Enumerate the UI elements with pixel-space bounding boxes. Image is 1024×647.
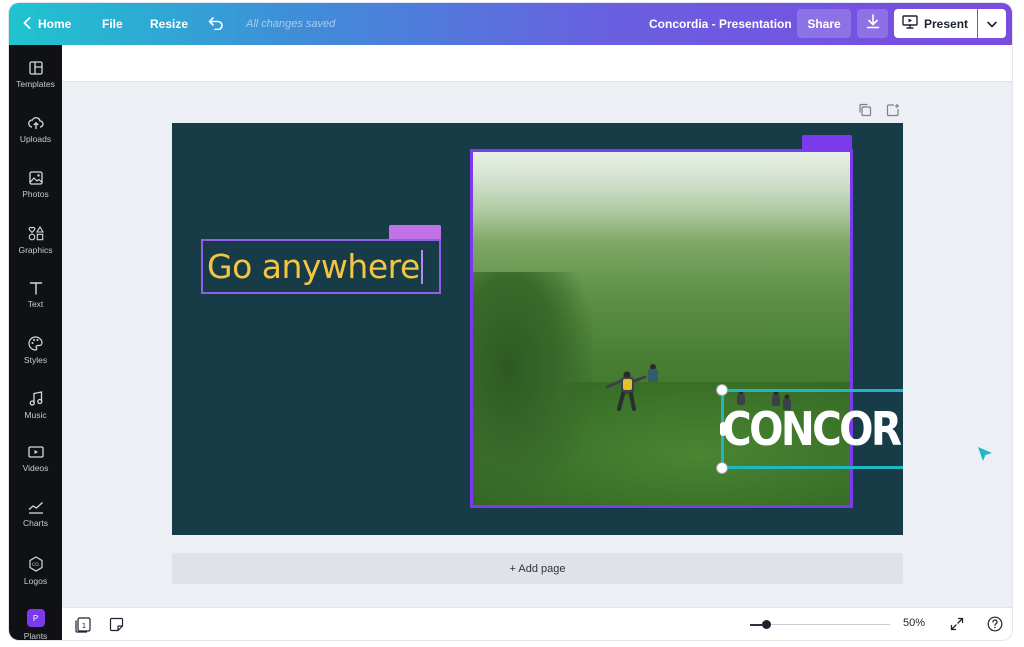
sidebar-item-styles[interactable]: Styles	[9, 330, 62, 380]
home-button[interactable]: Home	[23, 3, 71, 45]
resize-label: Resize	[150, 17, 189, 31]
sidebar-item-label: Graphics	[18, 245, 53, 255]
slide-heading[interactable]: Go anywhere	[207, 247, 420, 286]
sidebar: Templates Uploads Photos Graphics Text S…	[9, 45, 62, 640]
resize-handle-top-left[interactable]	[716, 384, 728, 396]
zoom-slider-knob[interactable]	[762, 620, 771, 629]
sidebar-item-label: Charts	[22, 518, 49, 528]
sidebar-item-photos[interactable]: Photos	[9, 165, 62, 215]
home-label: Home	[38, 17, 72, 31]
top-toolbar: Home File Resize All changes saved Conco…	[9, 3, 1012, 45]
add-page-icon[interactable]	[886, 103, 900, 119]
save-status: All changes saved	[246, 18, 336, 30]
present-button[interactable]: Present	[894, 9, 977, 38]
zoom-slider-track[interactable]	[765, 624, 890, 625]
bottom-toolbar: 1 50%	[62, 607, 1012, 640]
upload-cloud-icon	[27, 116, 44, 130]
page-number: 1	[82, 622, 86, 630]
logo-selection-box[interactable]: CONCORDIA	[716, 384, 903, 474]
photo-frame-tab	[802, 135, 852, 149]
undo-button[interactable]	[208, 3, 224, 45]
help-icon[interactable]	[987, 616, 1003, 637]
sidebar-item-graphics[interactable]: Graphics	[9, 220, 62, 270]
page-count-icon[interactable]: 1	[74, 617, 92, 638]
folder-badge-icon: P	[26, 609, 45, 627]
hiker-figure	[605, 364, 658, 411]
music-note-icon	[29, 391, 43, 406]
palette-icon	[28, 336, 43, 351]
sidebar-item-label: Photos	[22, 189, 49, 199]
present-options-button[interactable]	[978, 9, 1006, 38]
sidebar-item-music[interactable]: Music	[9, 385, 62, 435]
download-icon	[866, 13, 880, 34]
sidebar-item-label: Styles	[23, 355, 48, 365]
context-toolbar	[62, 45, 1012, 82]
text-cursor	[420, 249, 423, 284]
sidebar-item-uploads[interactable]: Uploads	[9, 110, 62, 160]
sidebar-item-plants[interactable]: P Plants	[9, 603, 62, 640]
shapes-icon	[28, 226, 44, 241]
sidebar-item-label: Templates	[16, 79, 55, 89]
presentation-screen-icon	[902, 15, 918, 32]
file-menu[interactable]: File	[102, 3, 123, 45]
resize-menu[interactable]: Resize	[150, 3, 188, 45]
sidebar-item-templates[interactable]: Templates	[9, 55, 62, 105]
text-box-tab	[389, 225, 441, 239]
templates-icon	[28, 61, 43, 75]
download-button[interactable]	[857, 9, 888, 38]
sidebar-item-label: Videos	[22, 463, 49, 473]
editor-window: Home File Resize All changes saved Conco…	[9, 3, 1012, 640]
resize-handle-bottom-left[interactable]	[716, 462, 728, 474]
heading-text-box[interactable]: Go anywhere	[201, 239, 441, 294]
share-button[interactable]: Share	[797, 9, 851, 38]
sidebar-item-charts[interactable]: Charts	[9, 495, 62, 545]
notes-icon[interactable]	[109, 617, 124, 637]
duplicate-page-icon[interactable]	[858, 103, 872, 119]
mouse-cursor-icon	[978, 447, 992, 461]
line-chart-icon	[28, 501, 44, 514]
chevron-down-icon	[987, 15, 997, 33]
photo-ridge	[473, 272, 593, 505]
share-label: Share	[807, 16, 841, 31]
slide-logo-text[interactable]: CONCORDIA	[722, 402, 903, 456]
logo-badge-icon: CO.	[28, 556, 44, 572]
zoom-out-icon[interactable]	[750, 624, 762, 626]
add-page-button[interactable]: + Add page	[172, 553, 903, 584]
video-icon	[27, 446, 44, 459]
photo-fog	[473, 152, 850, 242]
file-label: File	[102, 17, 123, 31]
slide-canvas[interactable]: Go anywhere CONCORDIA	[172, 123, 903, 535]
resize-handle-left[interactable]	[719, 422, 726, 436]
undo-icon	[208, 16, 224, 33]
document-title[interactable]: Concordia - Presentation	[649, 3, 792, 45]
svg-text:CO.: CO.	[32, 562, 40, 568]
sidebar-item-label: Logos	[23, 576, 48, 586]
sidebar-item-label: Uploads	[19, 134, 52, 144]
sidebar-item-label: Text	[27, 299, 44, 309]
sidebar-item-videos[interactable]: Videos	[9, 440, 62, 490]
image-icon	[28, 171, 43, 185]
zoom-level[interactable]: 50%	[903, 617, 925, 629]
sidebar-item-label: Music	[24, 410, 47, 420]
sidebar-item-logos[interactable]: CO. Logos	[9, 550, 62, 600]
fullscreen-expand-icon[interactable]	[950, 617, 964, 636]
page-tools	[858, 103, 900, 119]
sidebar-item-label: Plants	[23, 631, 48, 640]
sidebar-item-text[interactable]: Text	[9, 275, 62, 325]
text-t-icon	[29, 281, 43, 295]
present-label: Present	[924, 16, 969, 31]
chevron-left-icon	[23, 16, 31, 32]
